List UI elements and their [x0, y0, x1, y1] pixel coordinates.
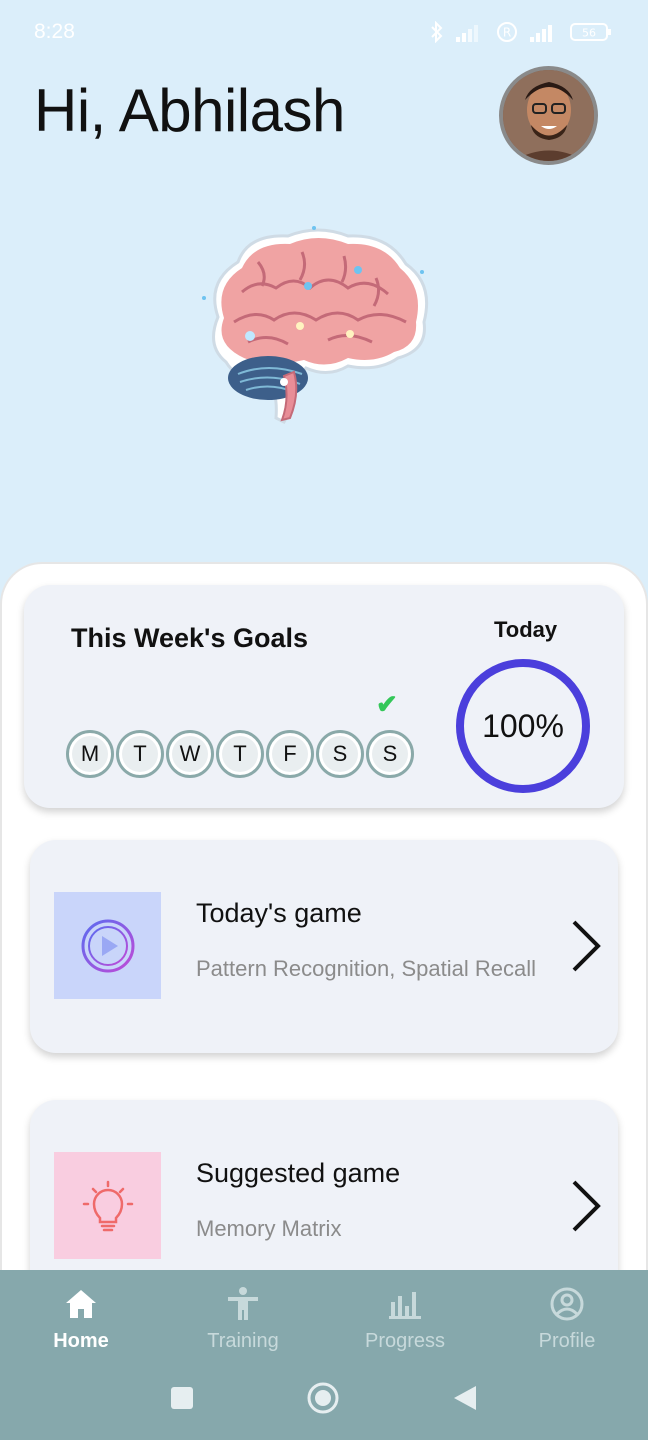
recents-button[interactable]	[170, 1386, 194, 1410]
avatar[interactable]	[499, 66, 598, 165]
day-complete-check-icon: ✔	[376, 689, 398, 719]
nav-training-label: Training	[207, 1330, 279, 1352]
chevron-right-icon[interactable]	[568, 1178, 604, 1234]
today-label: Today	[494, 617, 558, 642]
day-thursday: T	[216, 730, 264, 778]
goals-title: This Week's Goals	[71, 623, 309, 653]
nav-home[interactable]: Home	[0, 1284, 162, 1353]
back-button[interactable]	[452, 1384, 478, 1412]
day-friday: F	[266, 730, 314, 778]
game-thumbnail	[54, 892, 161, 999]
progress-value: 100%	[482, 707, 564, 744]
account-circle-icon	[550, 1287, 584, 1321]
nav-training[interactable]: Training	[162, 1284, 324, 1353]
day-saturday: S	[316, 730, 364, 778]
day-tuesday: T	[116, 730, 164, 778]
status-bar: 8:28 R 56	[0, 0, 648, 62]
home-icon	[66, 1290, 96, 1318]
week-days: M T W T F S S	[66, 730, 414, 778]
weekly-goals-card: This Week's Goals Today ✔ M T W T F S S …	[24, 585, 624, 808]
nav-profile[interactable]: Profile	[486, 1284, 648, 1353]
status-icons: R 56	[430, 20, 612, 44]
battery-level: 56	[582, 27, 596, 40]
battery-icon: 56	[570, 23, 611, 41]
day-monday: M	[66, 730, 114, 778]
brain-illustration	[202, 226, 429, 424]
svg-text:R: R	[503, 26, 511, 40]
nav-progress[interactable]: Progress	[324, 1284, 486, 1353]
lightbulb-icon	[82, 1180, 133, 1231]
game-thumbnail	[54, 1152, 161, 1259]
signal-icon	[456, 25, 478, 42]
system-navigation	[0, 1380, 648, 1420]
nav-progress-label: Progress	[364, 1330, 446, 1352]
bluetooth-icon	[431, 21, 443, 43]
nav-home-label: Home	[53, 1330, 109, 1352]
todays-game-card[interactable]: Today's game Pattern Recognition, Spatia…	[30, 840, 618, 1053]
registered-icon: R	[497, 22, 517, 42]
game-subtitle: Pattern Recognition, Spatial Recall	[196, 956, 536, 981]
greeting: Hi, Abhilash	[34, 77, 345, 144]
day-sunday: S	[366, 730, 414, 778]
game-title: Today's game	[196, 898, 362, 928]
status-time: 8:28	[34, 20, 75, 43]
game-title: Suggested game	[196, 1158, 401, 1188]
bar-chart-icon	[389, 1292, 421, 1319]
play-circle-icon	[81, 919, 134, 972]
home-button[interactable]	[306, 1381, 340, 1415]
game-subtitle: Memory Matrix	[196, 1216, 342, 1241]
signal-icon-2	[530, 25, 552, 42]
person-icon	[228, 1287, 258, 1320]
day-wednesday: W	[166, 730, 214, 778]
chevron-right-icon[interactable]	[568, 918, 604, 974]
nav-profile-label: Profile	[538, 1330, 596, 1352]
